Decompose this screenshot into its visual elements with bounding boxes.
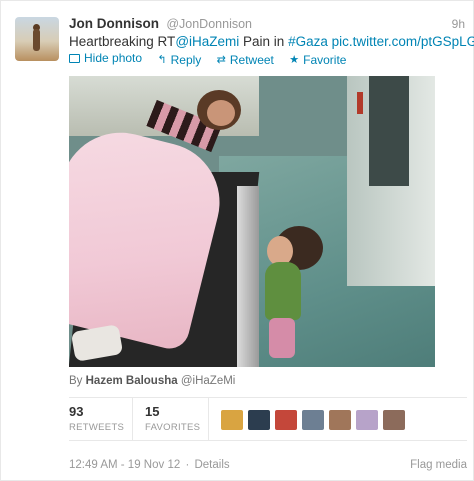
favoriter-avatar-7[interactable]: [383, 410, 405, 430]
favoriter-avatar-3[interactable]: [275, 410, 297, 430]
tweet-text-part: Heartbreaking RT: [69, 34, 176, 49]
tweet-text: Heartbreaking RT@iHaZemi Pain in #Gaza p…: [69, 33, 474, 51]
mention-link[interactable]: @iHaZemi: [175, 34, 239, 49]
author-username[interactable]: @JonDonnison: [166, 17, 252, 31]
reply-arrow-icon: ↰: [157, 53, 167, 66]
favorite-button[interactable]: ★ Favorite: [289, 53, 346, 67]
retweets-label: RETWEETS: [69, 422, 125, 433]
byline-name[interactable]: Hazem Balousha: [86, 375, 178, 387]
hide-photo-label: Hide photo: [84, 51, 143, 65]
photo-doorway: [369, 76, 409, 186]
photo-child-legs: [269, 318, 295, 358]
media-url-link[interactable]: pic.twitter.com/ptGSpLGc: [332, 34, 474, 49]
byline-prefix: By: [69, 375, 86, 387]
favoriter-avatar-6[interactable]: [356, 410, 378, 430]
tweet-photo[interactable]: [69, 76, 435, 367]
favorites-label: FAVORITES: [145, 422, 201, 433]
favorite-label: Favorite: [303, 52, 347, 67]
reply-button[interactable]: ↰ Reply: [157, 53, 201, 67]
photo-gurney-rail: [237, 186, 259, 367]
photo-child-shirt: [265, 262, 301, 320]
tweet-footer: 12:49 AM - 19 Nov 12 · Details Flag medi…: [69, 459, 467, 473]
footer-separator: ·: [185, 459, 190, 471]
hashtag-link[interactable]: #Gaza: [288, 34, 328, 49]
retweet-label: Retweet: [229, 52, 274, 67]
favorites-count: 15: [145, 404, 160, 419]
author-avatar[interactable]: [15, 17, 59, 61]
retweet-arrows-icon: ⇄: [216, 53, 226, 66]
details-link[interactable]: Details: [194, 459, 229, 471]
tweet-card: Jon Donnison @JonDonnison 9h Heartbreaki…: [0, 0, 474, 481]
tweet-text-part: Pain in: [239, 34, 289, 49]
author-fullname[interactable]: Jon Donnison: [69, 16, 159, 31]
retweets-count: 93: [69, 404, 84, 419]
flag-media-link[interactable]: Flag media: [410, 459, 467, 471]
reply-label: Reply: [170, 52, 202, 67]
tweet-time[interactable]: 9h: [452, 17, 465, 31]
retweets-stat[interactable]: 93 RETWEETS: [69, 398, 133, 440]
favoriter-avatar-4[interactable]: [302, 410, 324, 430]
tweet-header: Jon Donnison @JonDonnison 9h: [69, 16, 465, 34]
star-icon: ★: [289, 53, 300, 66]
tweet-timestamp[interactable]: 12:49 AM - 19 Nov 12: [69, 459, 180, 471]
favoriter-avatars: [221, 410, 405, 430]
byline-handle[interactable]: @iHaZeMi: [181, 375, 236, 387]
tweet-actions: Hide photo ↰ Reply ⇄ Retweet ★ Favorite: [69, 51, 358, 67]
favoriter-avatar-1[interactable]: [221, 410, 243, 430]
retweet-button[interactable]: ⇄ Retweet: [217, 53, 274, 67]
tweet-stats: 93 RETWEETS 15 FAVORITES: [69, 397, 467, 441]
favoriter-avatar-2[interactable]: [248, 410, 270, 430]
photo-extinguisher: [357, 92, 363, 114]
photo-byline: By Hazem Balousha @iHaZeMi: [69, 375, 235, 387]
favorites-stat[interactable]: 15 FAVORITES: [145, 398, 209, 440]
hide-photo-button[interactable]: Hide photo: [69, 51, 142, 65]
avatar-figure-body: [33, 29, 40, 51]
photo-girl-face: [207, 100, 235, 126]
favoriter-avatar-5[interactable]: [329, 410, 351, 430]
photo-icon: [69, 53, 80, 63]
